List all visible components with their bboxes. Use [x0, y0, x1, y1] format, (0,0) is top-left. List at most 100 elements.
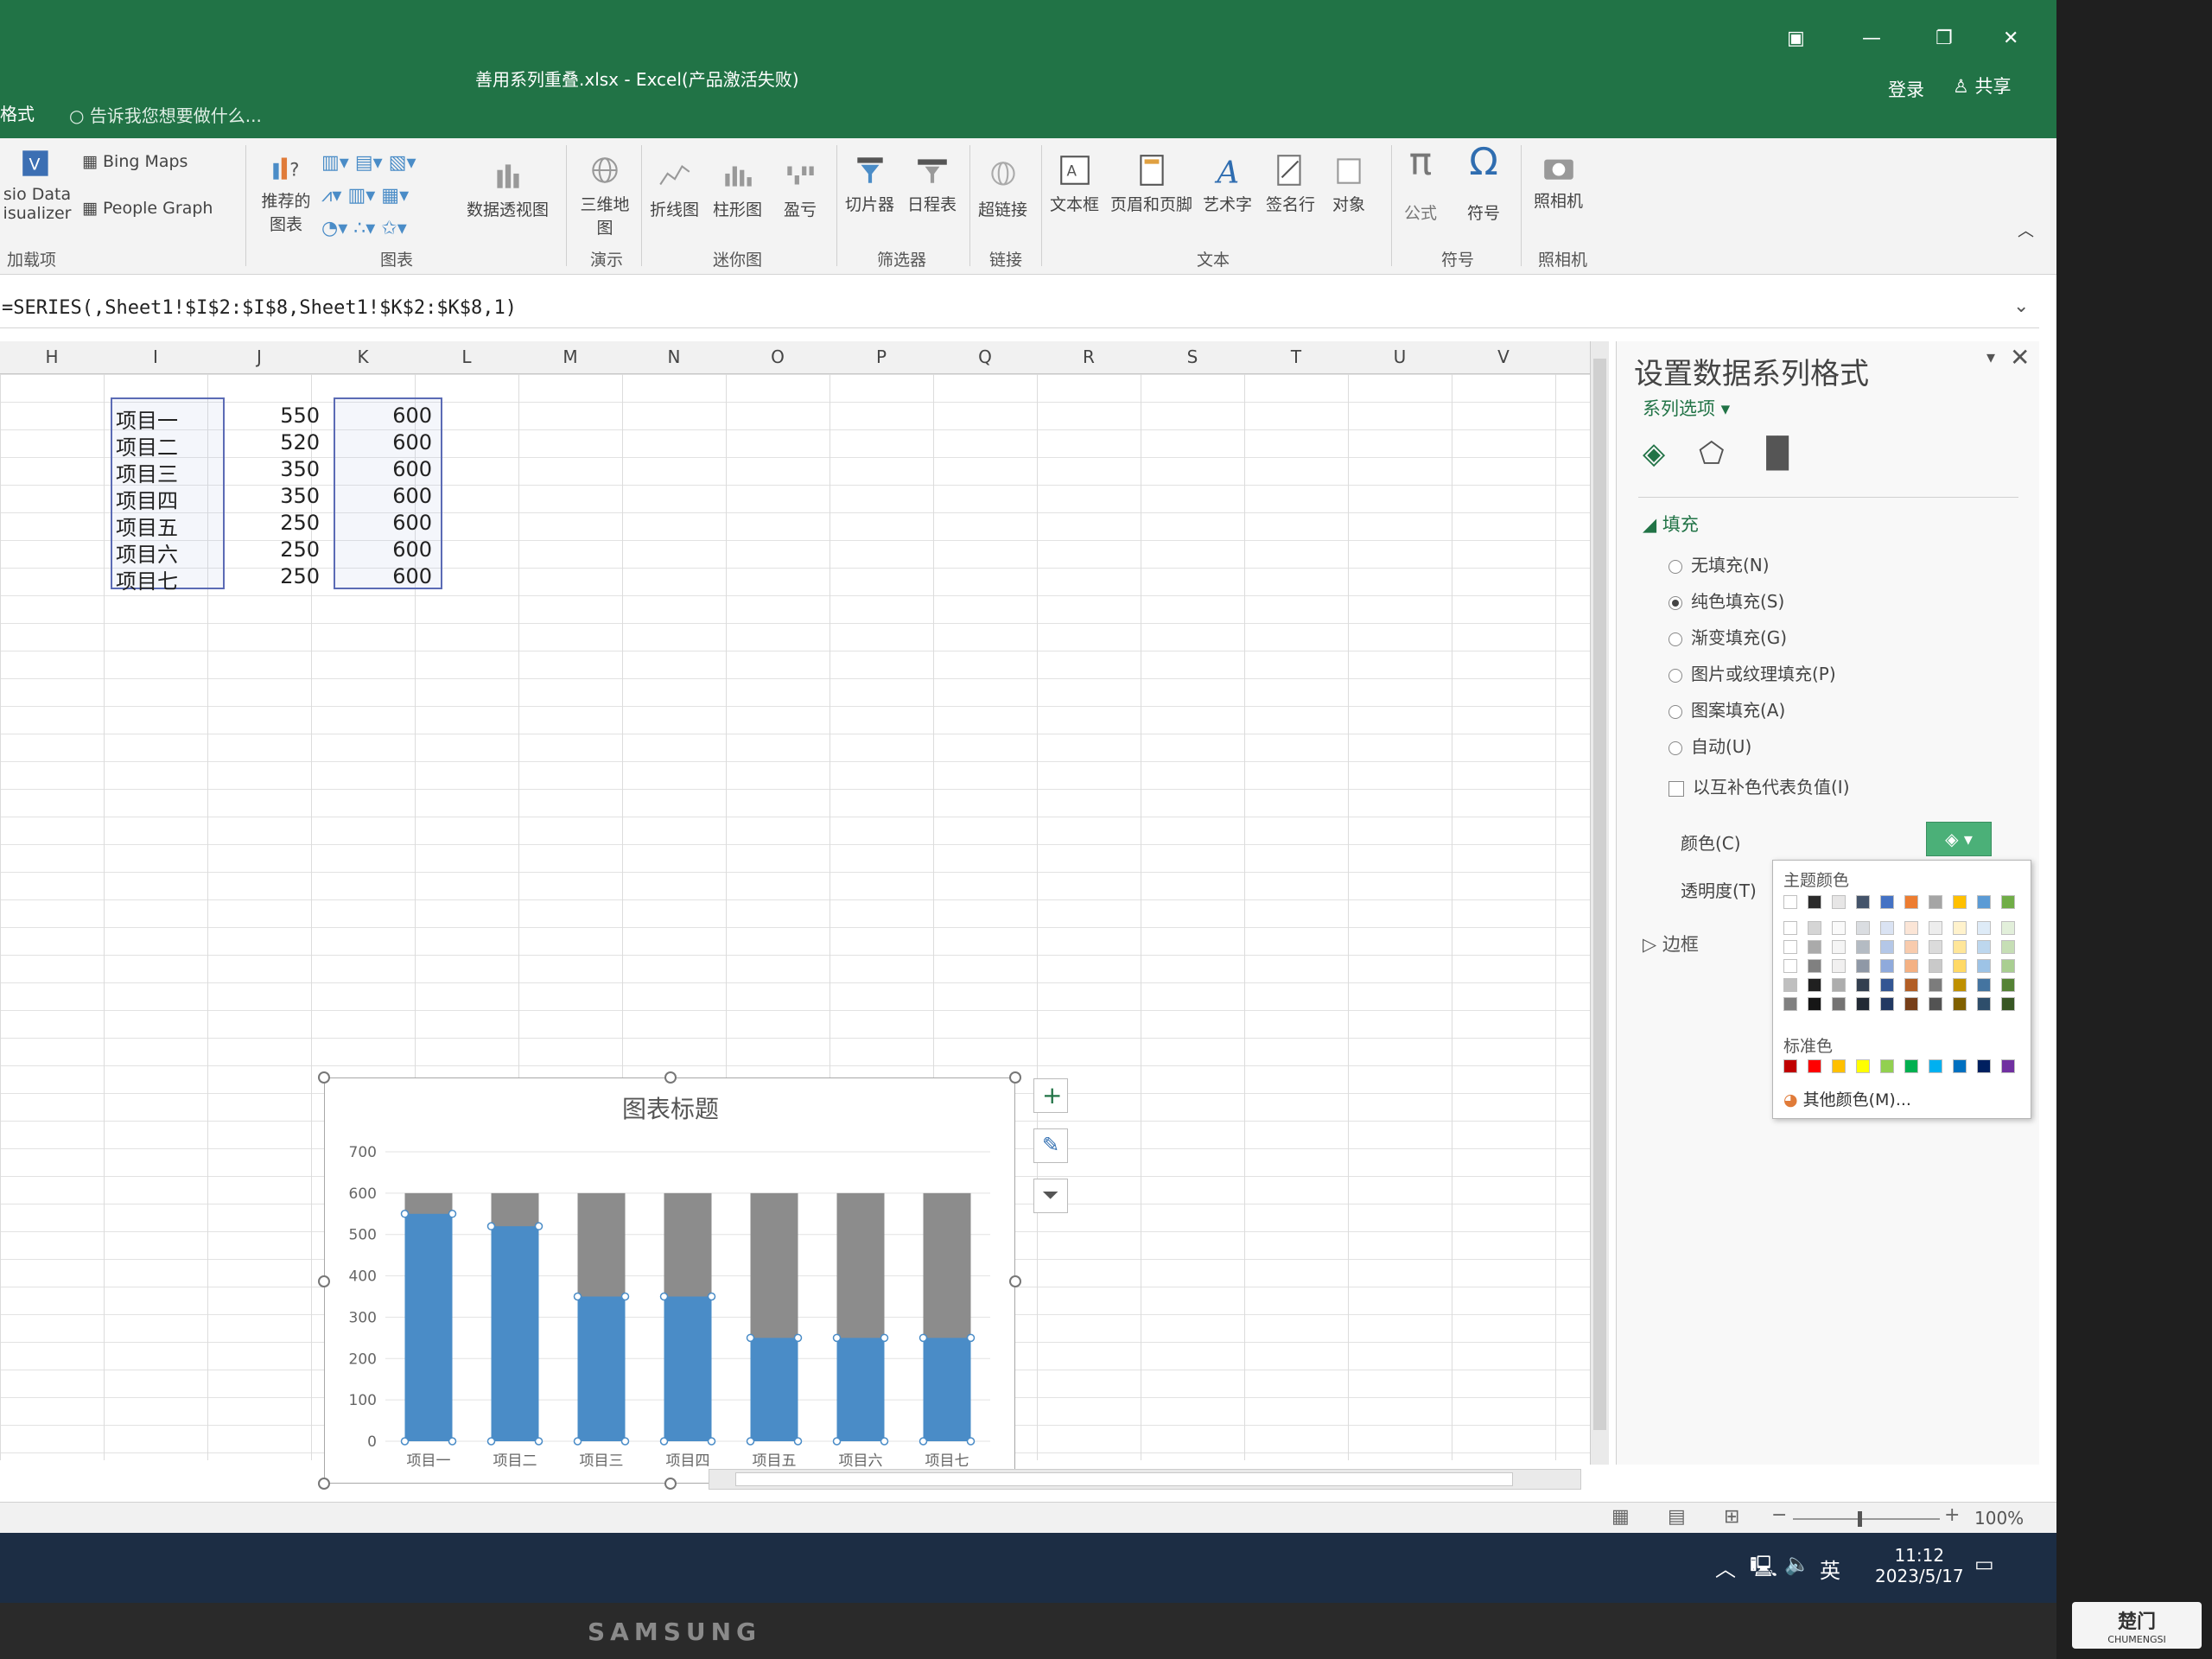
theme-color-swatch[interactable]	[2001, 921, 2015, 935]
input-language[interactable]: 英	[1820, 1554, 1840, 1584]
fill-option-radio[interactable]: 图片或纹理填充(P)	[1669, 660, 1836, 685]
theme-color-swatch[interactable]	[1783, 959, 1797, 973]
chart-plot[interactable]: 0 100 200 300 400 500 600 700 项目一 项目二 项目三 项目四 项目五 项目六…	[325, 1078, 1016, 1484]
collapse-ribbon-icon[interactable]: ︿	[2018, 218, 2034, 241]
cell-target[interactable]: 600	[346, 404, 432, 428]
theme-color-swatch[interactable]	[1783, 997, 1797, 1011]
theme-color-swatch[interactable]	[1977, 997, 1991, 1011]
column-header[interactable]: I	[112, 346, 199, 367]
resize-handle[interactable]	[318, 1275, 330, 1287]
theme-color-swatch[interactable]	[1977, 959, 1991, 973]
theme-color-swatch[interactable]	[1953, 895, 1967, 909]
symbol-button[interactable]: Ω 符号	[1467, 140, 1500, 228]
sparkline-line-button[interactable]: 折线图	[650, 157, 699, 220]
theme-color-swatch[interactable]	[1832, 997, 1846, 1011]
formula-bar[interactable]: =SERIES(,Sheet1!$I$2:$I$8,Sheet1!$K$2:$K…	[0, 292, 2039, 328]
bing-maps-button[interactable]: ▦ Bing Maps	[82, 152, 188, 171]
cell-name[interactable]: 项目五	[116, 511, 178, 541]
invert-negative-checkbox[interactable]: 以互补色代表负值(I)	[1669, 773, 1850, 798]
theme-color-swatch[interactable]	[1856, 959, 1870, 973]
cell-name[interactable]: 项目一	[116, 404, 178, 434]
cell-actual[interactable]: 550	[233, 404, 320, 428]
theme-color-swatch[interactable]	[1783, 978, 1797, 992]
theme-color-swatch[interactable]	[2001, 940, 2015, 954]
sparkline-column-button[interactable]: 柱形图	[713, 157, 762, 220]
theme-color-swatch[interactable]	[2001, 997, 2015, 1011]
column-header[interactable]: Q	[942, 346, 1028, 367]
standard-color-swatch[interactable]	[1904, 1059, 1918, 1073]
standard-color-swatch[interactable]	[1783, 1059, 1797, 1073]
ribbon-display-icon[interactable]: ▣	[1787, 28, 1805, 49]
cell-actual[interactable]: 350	[233, 457, 320, 481]
column-chart-icon[interactable]: ▥▾	[321, 152, 349, 174]
chart-type-gallery[interactable]: ▥▾ ▤▾ ▧▾ ⩘▾ ▥▾ ▦▾ ◔▾ ∴▾ ✩▾	[321, 147, 416, 245]
login-link[interactable]: 登录	[1888, 76, 1924, 102]
equation-button[interactable]: π 公式	[1404, 140, 1437, 228]
camera-button[interactable]: 照相机	[1534, 149, 1583, 212]
standard-color-swatch[interactable]	[1856, 1059, 1870, 1073]
page-break-icon[interactable]: ⊞	[1724, 1506, 1739, 1528]
cell-actual[interactable]: 520	[233, 430, 320, 454]
theme-color-swatch[interactable]	[1929, 921, 1942, 935]
theme-color-swatch[interactable]	[2001, 895, 2015, 909]
tell-me-search[interactable]: ○ 告诉我您想要做什么...	[69, 102, 262, 127]
fill-color-button[interactable]: ◈ ▾	[1926, 822, 1992, 856]
theme-color-swatch[interactable]	[1808, 921, 1821, 935]
fill-option-radio[interactable]: 图案填充(A)	[1669, 696, 1785, 721]
normal-view-icon[interactable]: ▦	[1611, 1506, 1630, 1528]
cell-name[interactable]: 项目七	[116, 564, 178, 594]
chart-filters-button[interactable]: ⏷	[1033, 1179, 1068, 1213]
theme-color-swatch[interactable]	[1953, 978, 1967, 992]
standard-color-swatch[interactable]	[1832, 1059, 1846, 1073]
theme-color-swatch[interactable]	[1929, 978, 1942, 992]
theme-color-swatch[interactable]	[1808, 940, 1821, 954]
column-header[interactable]: T	[1253, 346, 1339, 367]
share-button[interactable]: ♙ 共享	[1953, 73, 2012, 99]
theme-color-swatch[interactable]	[1880, 959, 1894, 973]
standard-color-swatch[interactable]	[1929, 1059, 1942, 1073]
restore-icon[interactable]: ❐	[1936, 28, 1953, 49]
network-icon[interactable]: 🖳	[1750, 1552, 1777, 1587]
theme-color-swatch[interactable]	[1977, 895, 1991, 909]
timeline-button[interactable]: 日程表	[907, 152, 957, 215]
theme-color-swatch[interactable]	[1783, 895, 1797, 909]
theme-color-swatch[interactable]	[1832, 940, 1846, 954]
series-options-tab-icon[interactable]: ▐▌	[1755, 436, 1800, 471]
wordart-button[interactable]: A 艺术字	[1203, 152, 1252, 215]
theme-color-swatch[interactable]	[1953, 997, 1967, 1011]
resize-handle[interactable]	[1009, 1071, 1021, 1084]
combo-chart-icon[interactable]: ▦▾	[381, 185, 409, 207]
cell-target[interactable]: 600	[346, 537, 432, 562]
theme-color-swatch[interactable]	[1904, 895, 1918, 909]
column-header[interactable]: J	[216, 346, 302, 367]
fill-section-header[interactable]: ◢ 填充	[1643, 511, 1699, 537]
theme-color-swatch[interactable]	[1856, 978, 1870, 992]
fill-option-radio[interactable]: 纯色填充(S)	[1669, 588, 1784, 613]
fill-option-radio[interactable]: 无填充(N)	[1669, 551, 1770, 576]
cell-actual[interactable]: 350	[233, 484, 320, 508]
cell-name[interactable]: 项目六	[116, 537, 178, 568]
theme-color-swatch[interactable]	[1977, 940, 1991, 954]
notification-icon[interactable]: ▭	[1974, 1552, 1994, 1576]
fill-option-radio[interactable]: 渐变填充(G)	[1669, 624, 1787, 649]
theme-color-swatch[interactable]	[1953, 940, 1967, 954]
slicer-button[interactable]: 切片器	[845, 152, 894, 215]
resize-handle[interactable]	[318, 1071, 330, 1084]
resize-handle[interactable]	[1009, 1275, 1021, 1287]
column-header[interactable]: L	[423, 346, 510, 367]
theme-color-swatch[interactable]	[1904, 997, 1918, 1011]
column-header[interactable]: R	[1046, 346, 1132, 367]
statistic-chart-icon[interactable]: ▥▾	[347, 185, 375, 207]
theme-color-swatch[interactable]	[1929, 997, 1942, 1011]
recommended-charts-button[interactable]: ? 推荐的 图表	[256, 149, 316, 235]
chart-elements-button[interactable]: +	[1033, 1078, 1068, 1113]
pane-close-icon[interactable]: ✕	[2010, 343, 2030, 372]
cell-target[interactable]: 600	[346, 430, 432, 454]
resize-handle[interactable]	[318, 1478, 330, 1490]
standard-color-swatch[interactable]	[1977, 1059, 1991, 1073]
zoom-slider[interactable]	[1793, 1518, 1940, 1520]
horizontal-scrollbar[interactable]	[709, 1469, 1581, 1490]
theme-color-swatch[interactable]	[1856, 895, 1870, 909]
border-section-header[interactable]: ▷ 边框	[1643, 931, 1699, 957]
column-header[interactable]: U	[1357, 346, 1443, 367]
